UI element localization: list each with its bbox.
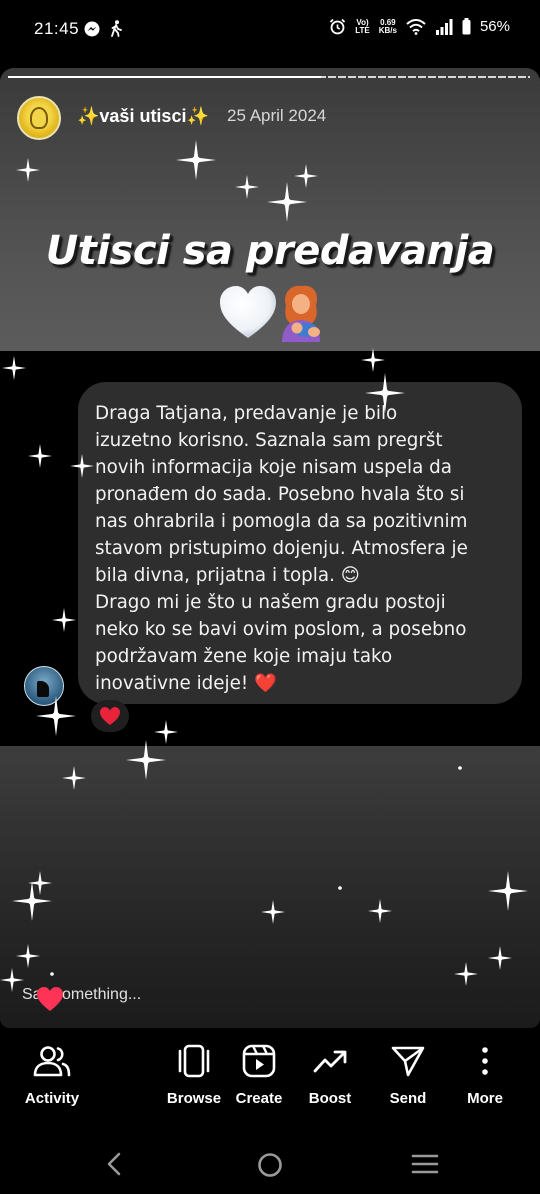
create-label: Create [235, 1090, 283, 1107]
browse-icon [178, 1044, 210, 1078]
boost-label: Boost [308, 1090, 352, 1107]
back-icon[interactable] [104, 1152, 124, 1176]
status-left-icons [84, 20, 122, 37]
signal-icon [435, 18, 453, 35]
send-icon [391, 1046, 425, 1077]
story-action-bar: Activity Browse Create Boost Send More [0, 1030, 540, 1130]
boost-button[interactable]: Boost [290, 1044, 370, 1107]
more-button[interactable]: More [445, 1044, 525, 1107]
activity-icon [33, 1046, 71, 1077]
send-label: Send [389, 1090, 427, 1107]
system-nav-bar [0, 1134, 540, 1194]
net-speed-unit: KB/s [378, 25, 397, 35]
battery-level: 56% [479, 18, 510, 35]
recents-icon[interactable] [411, 1152, 439, 1176]
alarm-icon [330, 18, 346, 35]
sparkle-decoration [0, 140, 528, 992]
wifi-icon [406, 18, 426, 35]
status-time: 21:45 [34, 19, 80, 38]
walking-icon [111, 20, 122, 37]
net-speed: 0.69 KB/s [378, 18, 397, 35]
more-label: More [467, 1090, 503, 1107]
story-card[interactable]: ✨vaši utisci✨ 25 April 2024 Utisci sa pr… [0, 68, 540, 1028]
home-icon[interactable] [257, 1152, 283, 1178]
messenger-icon [84, 21, 100, 36]
battery-icon [462, 18, 471, 35]
status-right-icons: Vo) LTE 0.69 KB/s 56% [329, 18, 510, 35]
create-icon [242, 1044, 276, 1078]
status-bar: 21:45 Vo) LTE 0.69 KB/s 56% [0, 0, 540, 60]
more-icon [482, 1047, 488, 1075]
send-button[interactable]: Send [368, 1044, 448, 1107]
boost-icon [313, 1050, 347, 1073]
volte-icon: Vo) LTE [355, 17, 370, 35]
activity-button[interactable]: Activity [12, 1044, 92, 1107]
create-button[interactable]: Create [219, 1044, 299, 1107]
activity-label: Activity [24, 1090, 80, 1107]
